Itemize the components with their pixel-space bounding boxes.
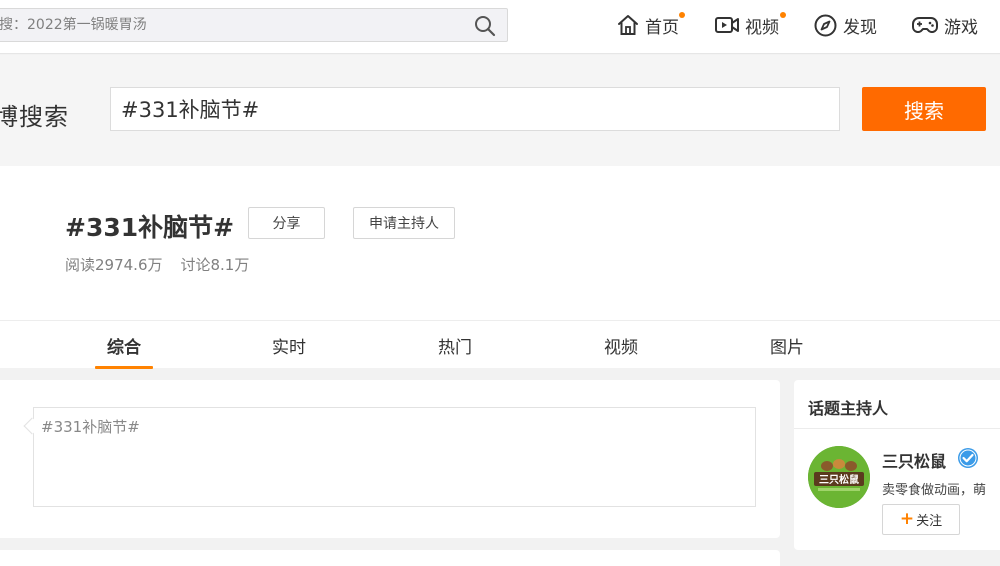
topic-host-card: 话题主持人 三只松鼠 三只松鼠 卖零食做动画，萌 + 关注 xyxy=(794,380,1000,550)
host-avatar-logo-text: 三只松鼠 xyxy=(819,473,859,486)
follow-button[interactable]: + 关注 xyxy=(882,504,960,535)
nav-video-label: 视频 xyxy=(745,17,779,38)
nav-home[interactable]: 首页 xyxy=(616,10,685,40)
active-tab-indicator xyxy=(95,366,153,369)
nav-discover[interactable]: 发现 xyxy=(813,10,877,40)
host-name[interactable]: 三只松鼠 xyxy=(882,448,946,472)
topic-header: #331补脑节# 分享 申请主持人 阅读2974.6万 讨论8.1万 xyxy=(0,166,1000,320)
host-avatar[interactable]: 三只松鼠 xyxy=(808,446,870,508)
top-search-input[interactable] xyxy=(0,9,451,41)
plus-icon: + xyxy=(899,509,915,529)
home-icon xyxy=(616,13,640,37)
tab-hot[interactable]: 热门 xyxy=(438,333,472,358)
nav-home-label: 首页 xyxy=(645,17,679,38)
tab-images[interactable]: 图片 xyxy=(770,333,804,358)
compose-textarea[interactable]: #331补脑节# xyxy=(33,407,756,507)
nav-discover-label: 发现 xyxy=(843,17,877,38)
main-search-input[interactable] xyxy=(110,87,840,131)
notification-dot xyxy=(679,12,685,18)
search-button[interactable]: 搜索 xyxy=(862,87,986,131)
compass-icon xyxy=(813,13,838,38)
search-section: 博搜索 搜索 xyxy=(0,55,1000,166)
compose-card: #331补脑节# xyxy=(0,380,780,538)
nav-games-label: 游戏 xyxy=(944,17,978,38)
top-search-box xyxy=(0,8,508,42)
nav-games[interactable]: 游戏 xyxy=(911,10,978,40)
gamepad-icon xyxy=(911,13,939,37)
result-tabs: 综合 实时 热门 视频 图片 xyxy=(0,320,1000,369)
tab-video[interactable]: 视频 xyxy=(604,333,638,358)
host-description: 卖零食做动画，萌 xyxy=(882,483,987,498)
topic-host-title: 话题主持人 xyxy=(808,399,889,418)
share-button[interactable]: 分享 xyxy=(248,207,325,239)
divider xyxy=(794,428,1000,429)
read-count: 阅读2974.6万 xyxy=(65,256,163,274)
apply-host-button[interactable]: 申请主持人 xyxy=(353,207,455,239)
search-icon[interactable] xyxy=(473,14,497,38)
search-page-title: 博搜索 xyxy=(0,103,69,131)
tab-comprehensive[interactable]: 综合 xyxy=(107,333,141,358)
topic-stats: 阅读2974.6万 讨论8.1万 xyxy=(65,254,249,275)
feed-card xyxy=(0,550,780,566)
top-nav-bar: 首页 视频 发现 游戏 xyxy=(0,0,1000,54)
tab-realtime[interactable]: 实时 xyxy=(272,333,306,358)
topic-title: #331补脑节# xyxy=(65,213,235,242)
notification-dot xyxy=(780,12,786,18)
follow-label: 关注 xyxy=(916,514,943,529)
discussion-count: 讨论8.1万 xyxy=(180,256,250,274)
video-icon xyxy=(714,14,740,36)
nav-video[interactable]: 视频 xyxy=(714,10,786,40)
verified-icon xyxy=(957,447,979,469)
